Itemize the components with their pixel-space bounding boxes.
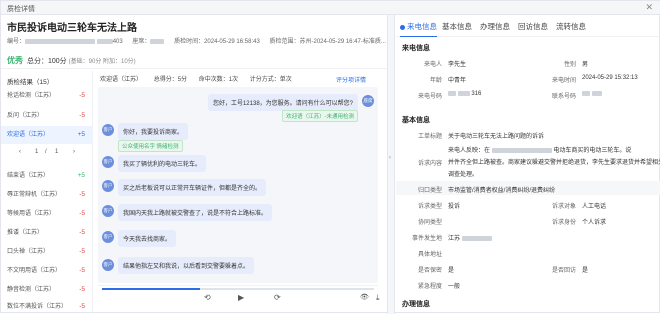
caller-age: 中青年 (448, 78, 467, 84)
rule-item[interactable]: 数位不满投诉（江苏） -5 (1, 298, 93, 316)
tab-transfer-info[interactable]: 流转信息 (556, 21, 586, 32)
caller-name: 李先生 (448, 62, 467, 68)
chat-message-customer: 买之后老板说可以正常开车辆证件，但都是齐全的。 (118, 179, 267, 196)
rule-list-header: 质检结果（15） (7, 79, 54, 86)
chat-message-customer: 我买了辆优利的电动三轮车。 (118, 155, 207, 172)
eye-icon[interactable]: 👁 (360, 293, 369, 301)
rule-detail-link[interactable]: 评分项详情 (336, 75, 366, 84)
chat-message-customer: 今天我去找商家。 (118, 230, 177, 247)
conversation-panel: 欢迎语（江苏） 总得分：5分 命中次数：1次 计分方式：单次 评分项详情 您好，… (94, 71, 384, 314)
request-content-line: 调查处理。 (448, 172, 479, 178)
window-titlebar: 质检详情 ✕ (1, 1, 660, 15)
rule-item-selected[interactable]: 欢迎语（江苏） +5 (1, 126, 93, 144)
page-total: 1 (55, 149, 59, 155)
ticket-title: 市民投诉电动三轮车无法上路 (7, 23, 137, 34)
request-identity: 个人诉求 (582, 220, 607, 226)
rule-item[interactable]: 反问（江苏） -5 (1, 107, 93, 125)
rule-item[interactable]: 抢话检测（江苏） -5 (1, 87, 93, 105)
prev-page-button[interactable]: ‹ (19, 149, 21, 155)
panel-splitter[interactable]: ‹ (387, 15, 395, 314)
window-title: 质检详情 (7, 6, 35, 13)
check-time: 质检时间：2024-05-29 16:58:43 (174, 39, 260, 45)
rule-pager: ‹ 1 / 1 › (19, 149, 75, 155)
collapse-icon[interactable]: ‹ (389, 155, 391, 161)
customer-avatar: 客户 (102, 156, 114, 168)
seat-info: 座席： (132, 38, 165, 45)
stats-method: 计分方式：单次 (249, 77, 292, 83)
info-tabs: 来电信息 基本信息 办理信息 回访信息 流转信息 (396, 15, 660, 37)
ticket-id: 编号： 403 (7, 38, 123, 45)
rule-list-panel: 质检结果（15） 抢话检测（江苏） -5 反问（江苏） -5 欢迎语（江苏） +5 ‹… (1, 71, 93, 314)
customer-avatar: 客户 (102, 259, 114, 271)
customer-avatar: 客户 (102, 180, 114, 192)
customer-avatar: 客户 (102, 124, 114, 136)
chat-transcript: 您好，工号12138，为您服务。请问有什么可以帮您? 座席 欢迎语（江苏）-未通… (98, 87, 378, 283)
request-content-line: 来电人反映：在 电动车商买的电动三轮车。说 (448, 147, 632, 154)
call-time: 2024-05-29 15:32:13 (582, 75, 638, 81)
ticket-subject: 关于电动三轮车无法上路问题的诉诉 (448, 134, 545, 140)
next-page-button[interactable]: › (73, 149, 75, 155)
tab-caller-info[interactable]: 来电信息 (400, 21, 437, 37)
rewind-icon[interactable]: ⟲ (204, 293, 211, 302)
hit-tag: 欢迎语（江苏）-未通用检测 (282, 110, 358, 122)
rule-item[interactable]: 推诿（江苏） -5 (1, 224, 93, 242)
tab-basic-info[interactable]: 基本信息 (442, 21, 472, 32)
chat-message-customer: 结果他指左又和我说，以后看到交警要躲着点。 (118, 257, 255, 274)
tab-handle-info[interactable]: 办理信息 (480, 21, 510, 32)
score-bar: 优秀 总分：100分 (基础：90分 附加：10分) (1, 51, 387, 69)
rule-stats: 欢迎语（江苏） 总得分：5分 命中次数：1次 计分方式：单次 (100, 74, 302, 83)
page-current: 1 (35, 149, 39, 155)
event-location: 江苏 (448, 233, 492, 242)
stats-total: 总得分：5分 (153, 77, 188, 83)
request-type: 投诉 (448, 204, 461, 210)
quality-detail-window: 质检详情 ✕ 市民投诉电动三轮车无法上路 编号： 403 座席： 质检时间：20… (0, 0, 660, 314)
emotion-tag: 公众使用名字 情绪检测 (118, 140, 183, 152)
chat-message-customer: 你好，我要投诉商家。 (118, 123, 189, 140)
contact-phone (582, 91, 602, 97)
category-value: 市场监管/消费者权益/消费纠纷/退费纠纷 (448, 188, 556, 194)
tab-revisit-info[interactable]: 回访信息 (518, 21, 548, 32)
basic-section-title: 基本信息 (402, 117, 430, 124)
stats-rule: 欢迎语（江苏） (100, 77, 143, 83)
caller-gender: 男 (582, 62, 589, 68)
request-object: 人工电话 (582, 204, 607, 210)
rule-item[interactable]: 静音检测（江苏） -5 (1, 281, 93, 299)
request-content-line: 并件齐全但上路被查。商家建议躲避交警并拒绝退货，李先生要求退货并希望相关部门 (448, 160, 660, 166)
info-panel: 来电信息 基本信息 办理信息 回访信息 流转信息 来电信息 来电人 李先生 性别… (396, 15, 660, 314)
total-score: 总分：100分 (基础：90分 附加：10分) (27, 58, 136, 65)
is-revisit: 是 (582, 268, 589, 274)
rule-item[interactable]: 辱正常辩机（江苏） -5 (1, 186, 93, 204)
check-range: 质检范围：苏州-2024-05-29 16:47-标准质... (269, 39, 386, 45)
caller-section-title: 来电信息 (402, 45, 430, 52)
customer-avatar: 客户 (102, 205, 114, 217)
customer-avatar: 客户 (102, 231, 114, 243)
is-confidential: 是 (448, 268, 455, 274)
audio-progress-slider[interactable] (102, 288, 374, 290)
caller-phone: 316 (448, 91, 481, 97)
rule-item[interactable]: 口头禅（江苏） -5 (1, 243, 93, 261)
rule-item[interactable]: 不文明用语（江苏） -5 (1, 262, 93, 280)
chat-message-customer: 我国内天我上路就被交警查了，说是不符合上路标准。 (118, 204, 273, 221)
rule-item[interactable]: 结束语（江苏） +5 (1, 167, 93, 185)
play-icon[interactable]: ▶ (238, 293, 244, 302)
audio-player: ⟲ ▶ ⟳ 👁 ⤓ (98, 285, 380, 311)
agent-avatar: 座席 (362, 95, 374, 107)
urgency-level: 一般 (448, 284, 461, 290)
handle-section-title: 办理信息 (402, 301, 430, 308)
forward-icon[interactable]: ⟳ (274, 293, 281, 302)
close-icon[interactable]: ✕ (645, 2, 653, 13)
stats-hits: 命中次数：1次 (198, 77, 239, 83)
ticket-header: 市民投诉电动三轮车无法上路 编号： 403 座席： 质检时间：2024-05-2… (1, 16, 387, 48)
grade-badge: 优秀 (7, 56, 23, 65)
ticket-meta: 编号： 403 座席： 质检时间：2024-05-29 16:58:43 质检范… (7, 36, 394, 45)
rule-item[interactable]: 等候用语（江苏） -5 (1, 205, 93, 223)
chat-message-agent: 您好，工号12138，为您服务。请问有什么可以帮您? (207, 94, 358, 111)
download-icon[interactable]: ⤓ (376, 293, 380, 303)
